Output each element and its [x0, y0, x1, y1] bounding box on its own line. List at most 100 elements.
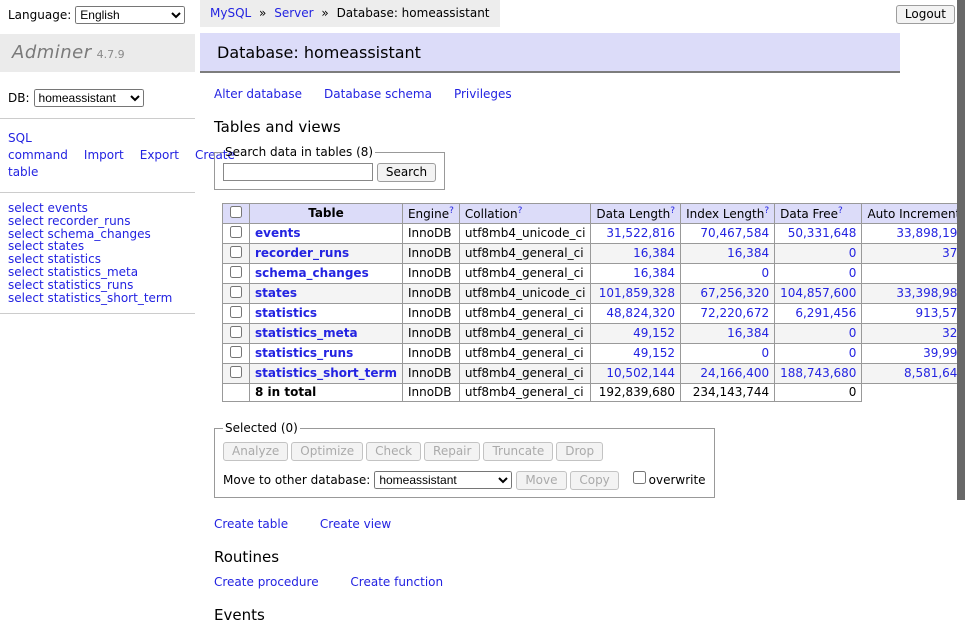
data-free-link[interactable]: 188,743,680	[780, 366, 856, 380]
create-view-link[interactable]: Create view	[320, 517, 391, 531]
help-link[interactable]: ?	[764, 206, 769, 216]
data-free-link[interactable]: 104,857,600	[780, 286, 856, 300]
drop-button[interactable]: Drop	[556, 442, 603, 461]
action-alter-database[interactable]: Alter database	[214, 87, 302, 101]
scrollbar-thumb[interactable]	[957, 0, 965, 500]
data-free-link[interactable]: 0	[849, 246, 857, 260]
logout-button[interactable]: Logout	[896, 5, 955, 24]
table-row: statistics_metaInnoDButf8mb4_general_ci4…	[223, 324, 966, 344]
overwrite-option[interactable]: overwrite	[629, 473, 706, 487]
page-title: Database: homeassistant	[200, 33, 900, 73]
index-length-link[interactable]: 72,220,672	[700, 306, 769, 320]
total-row: 8 in totalInnoDButf8mb4_general_ci192,83…	[223, 384, 966, 402]
data-free-link[interactable]: 6,291,456	[795, 306, 856, 320]
help-link[interactable]: ?	[670, 206, 675, 216]
collation-cell: utf8mb4_general_ci	[459, 324, 591, 344]
db-select[interactable]: homeassistant	[34, 89, 144, 107]
data-free-link[interactable]: 50,331,648	[788, 226, 857, 240]
data-length-link[interactable]: 49,152	[633, 326, 675, 340]
breadcrumb-separator: »	[321, 6, 328, 20]
move-button[interactable]: Move	[516, 471, 566, 490]
auto-increment-cell: 378	[862, 244, 966, 264]
index-length-link[interactable]: 67,256,320	[700, 286, 769, 300]
data-length-link[interactable]: 48,824,320	[606, 306, 675, 320]
language-select[interactable]: English	[75, 6, 185, 24]
table-name-link-schema_changes[interactable]: schema_changes	[255, 266, 369, 280]
table-link-statistics_short_term[interactable]: statistics_short_term	[47, 291, 172, 305]
collation-cell: utf8mb4_general_ci	[459, 244, 591, 264]
auto-increment-link[interactable]: 33,398,984	[896, 286, 965, 300]
sidebar-link-sql-command[interactable]: SQL command	[8, 131, 68, 162]
help-link[interactable]: ?	[449, 206, 454, 216]
table-name-link-statistics_meta[interactable]: statistics_meta	[255, 326, 358, 340]
data-free-link[interactable]: 0	[849, 346, 857, 360]
table-name-link-statistics[interactable]: statistics	[255, 306, 317, 320]
collation-cell: utf8mb4_unicode_ci	[459, 224, 591, 244]
row-checkbox-recorder_runs[interactable]	[230, 246, 242, 258]
table-row: schema_changesInnoDButf8mb4_general_ci16…	[223, 264, 966, 284]
table-name-link-states[interactable]: states	[255, 286, 297, 300]
table-name-link-statistics_runs[interactable]: statistics_runs	[255, 346, 353, 360]
index-length-link[interactable]: 70,467,584	[700, 226, 769, 240]
truncate-button[interactable]: Truncate	[483, 442, 553, 461]
data-length-link[interactable]: 16,384	[633, 266, 675, 280]
table-name-link-events[interactable]: events	[255, 226, 301, 240]
sidebar-link-import[interactable]: Import	[84, 148, 124, 162]
row-checkbox-statistics_meta[interactable]	[230, 326, 242, 338]
action-database-schema[interactable]: Database schema	[324, 87, 432, 101]
sidebar-table-list: select eventsselect recorder_runsselect …	[0, 202, 195, 304]
check-button[interactable]: Check	[366, 442, 421, 461]
data-free-cell: 0	[775, 244, 862, 264]
row-checkbox-states[interactable]	[230, 286, 242, 298]
column-header-index-length: Index Length?	[681, 204, 775, 224]
search-input[interactable]	[223, 163, 373, 181]
copy-button[interactable]: Copy	[570, 471, 618, 490]
create-function-link[interactable]: Create function	[350, 575, 443, 589]
index-length-link[interactable]: 0	[761, 266, 769, 280]
optimize-button[interactable]: Optimize	[291, 442, 363, 461]
repair-button[interactable]: Repair	[424, 442, 480, 461]
select-link-statistics_short_term[interactable]: select	[8, 291, 44, 305]
brand-band: Adminer4.7.9	[0, 34, 195, 72]
breadcrumb-link-server[interactable]: Server	[274, 6, 313, 20]
row-checkbox-statistics[interactable]	[230, 306, 242, 318]
table-name-cell: states	[250, 284, 403, 304]
auto-increment-link[interactable]: 33,898,196	[896, 226, 965, 240]
move-database-select[interactable]: homeassistant	[374, 471, 512, 489]
table-row: statistics_short_termInnoDButf8mb4_gener…	[223, 364, 966, 384]
create-procedure-link[interactable]: Create procedure	[214, 575, 319, 589]
help-link[interactable]: ?	[838, 206, 843, 216]
data-free-link[interactable]: 0	[849, 266, 857, 280]
auto-increment-link[interactable]: 8,581,645	[904, 366, 965, 380]
breadcrumb-link-mysql[interactable]: MySQL	[210, 6, 251, 20]
table-name-link-recorder_runs[interactable]: recorder_runs	[255, 246, 349, 260]
action-privileges[interactable]: Privileges	[454, 87, 512, 101]
data-length-link[interactable]: 10,502,144	[606, 366, 675, 380]
index-length-link[interactable]: 0	[761, 346, 769, 360]
scrollbar-track[interactable]	[957, 0, 966, 543]
index-length-link[interactable]: 16,384	[727, 326, 769, 340]
table-name-link-statistics_short_term[interactable]: statistics_short_term	[255, 366, 397, 380]
row-checkbox-statistics_runs[interactable]	[230, 346, 242, 358]
data-length-cell: 10,502,144	[591, 364, 681, 384]
row-checkbox-statistics_short_term[interactable]	[230, 366, 242, 378]
select-all-checkbox[interactable]	[230, 206, 242, 218]
index-length-link[interactable]: 16,384	[727, 246, 769, 260]
data-length-link[interactable]: 49,152	[633, 346, 675, 360]
data-length-link[interactable]: 16,384	[633, 246, 675, 260]
row-checkbox-cell	[223, 324, 250, 344]
data-length-link[interactable]: 101,859,328	[599, 286, 675, 300]
data-length-link[interactable]: 31,522,816	[606, 226, 675, 240]
main-content: MySQL » Server » Database: homeassistant…	[200, 0, 900, 633]
collation-cell: utf8mb4_general_ci	[459, 344, 591, 364]
index-length-link[interactable]: 24,166,400	[700, 366, 769, 380]
overwrite-checkbox[interactable]	[633, 471, 646, 484]
data-free-link[interactable]: 0	[849, 326, 857, 340]
sidebar-link-export[interactable]: Export	[140, 148, 179, 162]
analyze-button[interactable]: Analyze	[223, 442, 288, 461]
help-link[interactable]: ?	[518, 206, 523, 216]
row-checkbox-events[interactable]	[230, 226, 242, 238]
search-button[interactable]: Search	[377, 163, 436, 182]
row-checkbox-schema_changes[interactable]	[230, 266, 242, 278]
create-table-link[interactable]: Create table	[214, 517, 288, 531]
